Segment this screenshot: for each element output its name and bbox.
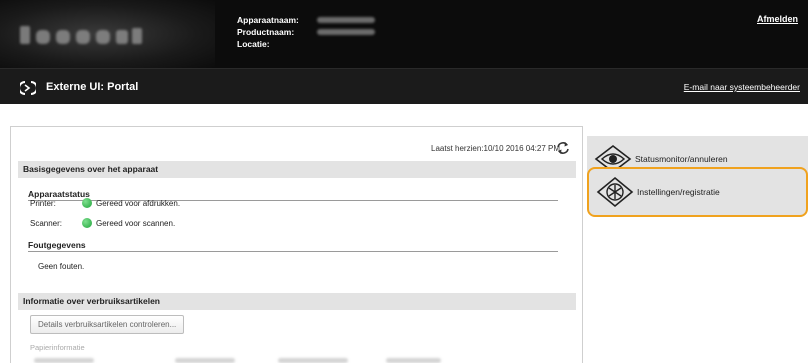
consumables-section-header: Informatie over verbruiksartikelen (18, 293, 576, 310)
portal-icon (20, 81, 36, 95)
faded-column-header (278, 358, 348, 363)
printer-label: Printer: (30, 198, 56, 208)
device-section-header: Basisgegevens over het apparaat (18, 161, 576, 178)
printer-status: Gereed voor afdrukken. (96, 198, 181, 208)
error-info-text: Geen fouten. (38, 262, 85, 271)
error-info-heading: Foutgegevens (28, 240, 558, 252)
settings-icon (596, 176, 634, 208)
faded-column-header (34, 358, 94, 363)
last-updated-text: Laatst herzien:10/10 2016 04:27 PM (431, 144, 560, 153)
logo-area (0, 0, 215, 68)
status-monitor-label: Statusmonitor/annuleren (635, 154, 728, 164)
printer-status-row: Printer: Gereed voor afdrukken. (30, 198, 180, 208)
header: Apparaatnaam: Productnaam: Locatie: Afme… (0, 0, 808, 104)
location-label: Locatie: (237, 39, 270, 49)
scanner-label: Scanner: (30, 218, 63, 228)
scanner-status: Gereed voor scannen. (96, 218, 176, 228)
brand-logo (20, 26, 142, 44)
location-row: Locatie: (237, 38, 375, 50)
logout-link[interactable]: Afmelden (757, 14, 798, 24)
status-ok-icon (82, 198, 92, 208)
device-info: Apparaatnaam: Productnaam: Locatie: (237, 14, 375, 50)
paper-info-heading: Papierinformatie (30, 343, 85, 352)
device-name-row: Apparaatnaam: (237, 14, 375, 26)
scanner-status-row: Scanner: Gereed voor scannen. (30, 218, 175, 228)
check-consumables-button[interactable]: Details verbruiksartikelen controleren..… (30, 315, 185, 334)
refresh-icon[interactable] (556, 141, 570, 155)
device-name-label: Apparaatnaam: (237, 15, 299, 25)
portal-title: Externe UI: Portal (46, 81, 139, 93)
settings-registration-label: Instellingen/registratie (637, 187, 720, 197)
faded-column-header (175, 358, 235, 363)
faded-column-header (386, 358, 441, 363)
settings-registration-button[interactable]: Instellingen/registratie (587, 167, 808, 217)
status-ok-icon (82, 218, 92, 228)
redacted-value (317, 17, 375, 23)
product-name-label: Productnaam: (237, 27, 295, 37)
mail-admin-link[interactable]: E-mail naar systeembeheerder (684, 82, 800, 92)
redacted-value (317, 29, 375, 35)
portal-bar: Externe UI: Portal E-mail naar systeembe… (0, 68, 808, 104)
product-name-row: Productnaam: (237, 26, 375, 38)
